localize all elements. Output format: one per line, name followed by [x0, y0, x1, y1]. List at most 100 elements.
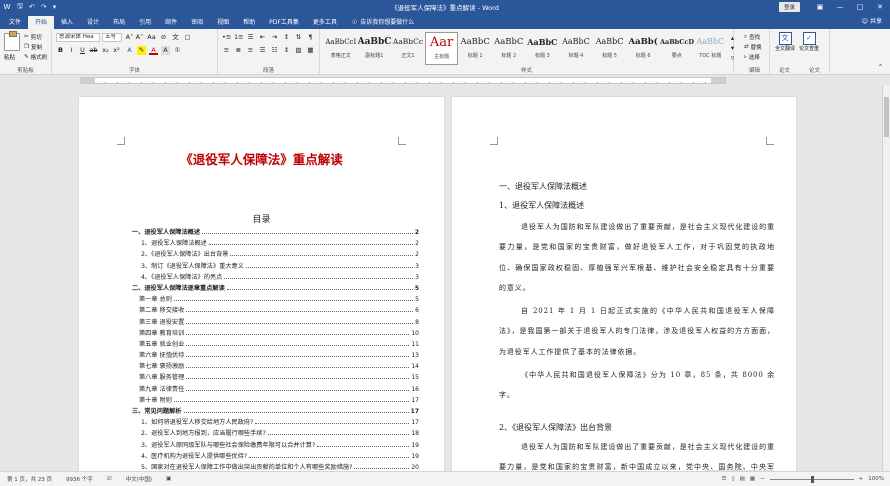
align-right-icon[interactable]: ≡ [246, 46, 255, 55]
show-marks-icon[interactable]: ¶ [306, 33, 315, 42]
text-effects-icon[interactable]: A [125, 46, 134, 55]
toc-entry[interactable]: 3、退役军人原同级军队与哪些社会保险缴费年限可以合并计算? 19 [127, 440, 419, 451]
select-button[interactable]: ▹ 选择 [744, 53, 760, 61]
tab-view[interactable]: 视图 [210, 16, 236, 29]
word-count[interactable]: 9936 个字 [59, 475, 100, 483]
toc-entry[interactable]: 4、医疗机构为退役军人提供哪些优待? 19 [127, 451, 419, 462]
char-shading-icon[interactable]: A [161, 46, 170, 55]
toc-entry[interactable]: 二、退役军人保障法逐章重点解读 5 [127, 283, 419, 294]
replace-button[interactable]: ⇄ 替换 [744, 43, 762, 51]
full-translate-button[interactable]: 文全文翻译 [775, 32, 795, 52]
styles-scroll-up-icon[interactable]: ▴ [728, 34, 737, 43]
style-heading-6[interactable]: AaBb(标题 6 [626, 32, 660, 65]
subscript-icon[interactable]: x₂ [101, 46, 110, 55]
grow-font-icon[interactable]: A˄ [125, 33, 134, 42]
toc-entry[interactable]: 4、《退役军人保障法》的亮点 3 [127, 272, 419, 283]
justify-icon[interactable]: ☰ [258, 46, 267, 55]
toc-entry[interactable]: 5、国家对在退役军人保障工作中做出突出贡献的单位和个人有哪些奖励措施? 20 [127, 462, 419, 471]
save-icon[interactable]: 🖫 [14, 2, 26, 13]
cut-button[interactable]: ✂ 剪切 [24, 33, 42, 41]
toc-entry[interactable]: 2、退役军人到地方报到，应当履行哪些手续? 18 [127, 428, 419, 439]
bullets-icon[interactable]: •≡ [222, 33, 231, 42]
redo-icon[interactable]: ↷ [38, 3, 50, 11]
macro-record-icon[interactable]: ▣ [159, 476, 178, 482]
style-heading-3[interactable]: AaBbC 标题 3 [526, 32, 560, 65]
toc-entry[interactable]: 第四章 教育培训 10 [127, 328, 419, 339]
tab-file[interactable]: 文件 [2, 16, 28, 29]
tab-home[interactable]: 开始 [28, 16, 55, 29]
change-case-icon[interactable]: Aa [147, 33, 156, 42]
style-toc-heading[interactable]: AaBbC TOC 标题 [694, 32, 728, 65]
clear-format-icon[interactable]: ⊘ [159, 33, 168, 42]
toc-entry[interactable]: 三、常见问题解析 17 [127, 406, 419, 417]
superscript-icon[interactable]: x² [112, 46, 121, 55]
numbering-icon[interactable]: 1≡ [234, 33, 244, 42]
language[interactable]: 中文(中国) [119, 475, 159, 483]
format-painter-button[interactable]: ✎ 格式刷 [24, 53, 47, 61]
paste-button-label[interactable]: 粘贴 [4, 53, 15, 61]
style-heading-5[interactable]: AaBbC 标题 5 [593, 32, 627, 65]
maximize-icon[interactable]: □ [850, 3, 870, 11]
zoom-slider[interactable] [769, 475, 854, 483]
toc-entry[interactable]: 第八章 服务管理 15 [127, 372, 419, 383]
print-layout-icon[interactable]: ▤ [740, 476, 745, 482]
style-body-1[interactable]: AaBbCc 正文1 [391, 32, 425, 65]
sort-icon[interactable]: ⇅ [294, 33, 303, 42]
highlight-icon[interactable]: ✎ [137, 46, 146, 55]
toc-entry[interactable]: 第九章 法律责任 16 [127, 384, 419, 395]
zoom-in-icon[interactable]: + [859, 476, 864, 482]
web-layout-icon[interactable]: ▦ [750, 476, 755, 482]
login-button[interactable]: 登录 [778, 2, 800, 12]
tab-pdf-tools[interactable]: PDF工具集 [262, 16, 306, 29]
pinyin-guide-icon[interactable]: 文 [171, 33, 180, 42]
close-icon[interactable]: ✕ [870, 3, 890, 11]
toc-entry[interactable]: 第五章 就业创业 11 [127, 339, 419, 350]
italic-icon[interactable]: I [67, 46, 76, 55]
increase-indent-icon[interactable]: ⇥ [270, 33, 279, 42]
tab-review[interactable]: 审阅 [184, 16, 210, 29]
tab-more-tools[interactable]: 更多工具 [306, 16, 344, 29]
read-mode-icon[interactable]: ▯ [732, 476, 735, 482]
toc-entry[interactable]: 第三章 退役安置 8 [127, 317, 419, 328]
char-border-icon[interactable]: ▢ [183, 33, 192, 42]
zoom-slider-thumb[interactable] [810, 475, 814, 483]
toc-entry[interactable]: 第十章 附则 17 [127, 395, 419, 406]
vertical-scrollbar[interactable] [882, 85, 890, 471]
page-2[interactable]: 一、退役军人保障法概述 1、退役军人保障法概述 退役军人为国防和军队建设做出了重… [452, 97, 796, 471]
zoom-out-icon[interactable]: − [760, 476, 765, 482]
shrink-font-icon[interactable]: A˅ [135, 33, 144, 42]
toc-entry[interactable]: 第一章 总则 5 [127, 294, 419, 305]
horizontal-ruler[interactable] [80, 77, 726, 84]
quick-access-dropdown-icon[interactable]: ▾ [50, 3, 60, 11]
style-heading-2[interactable]: AaBbC 标题 2 [492, 32, 526, 65]
tab-references[interactable]: 引用 [132, 16, 158, 29]
page-1[interactable]: 《退役军人保障法》重点解读 目录 一、退役军人保障法概述 2 1、退役军人保障法概… [79, 97, 444, 471]
tab-mailings[interactable]: 邮件 [158, 16, 184, 29]
tab-help[interactable]: 帮助 [236, 16, 262, 29]
copy-button[interactable]: ❐ 复制 [24, 43, 42, 51]
bold-icon[interactable]: B [56, 46, 65, 55]
decrease-indent-icon[interactable]: ⇤ [258, 33, 267, 42]
enclose-char-icon[interactable]: ① [173, 46, 182, 55]
style-heading-1[interactable]: AaBbC 标题 1 [458, 32, 492, 65]
find-button[interactable]: ⌕ 查找 [744, 33, 760, 42]
style-heading-4[interactable]: AaBbC 标题 4 [559, 32, 593, 65]
minimize-icon[interactable]: — [830, 3, 850, 11]
distributed-icon[interactable]: ☷ [270, 46, 279, 55]
toc-entry[interactable]: 1、如何将退役军人移交给地方人民政府? 17 [127, 417, 419, 428]
styles-more-icon[interactable]: ▿ [728, 54, 737, 63]
focus-mode-icon[interactable]: ☰ [722, 476, 727, 482]
paste-icon[interactable] [4, 31, 20, 51]
strikethrough-icon[interactable]: ab [89, 46, 98, 55]
tell-me-box[interactable]: ☉ 告诉我你想要做什么 [344, 16, 422, 29]
line-spacing-icon[interactable]: ↕ [282, 46, 291, 55]
zoom-level[interactable]: 100% [868, 476, 884, 482]
proofing-icon[interactable]: ☑ [100, 476, 119, 482]
page-count[interactable]: 第 1 页，共 23 页 [0, 475, 59, 483]
toc-entry[interactable]: 3、制订《退役军人保障法》重大意义 3 [127, 261, 419, 272]
toc-entry[interactable]: 一、退役军人保障法概述 2 [127, 227, 419, 238]
style-key-point[interactable]: AaBbCcD 要点 [660, 32, 694, 65]
font-color-icon[interactable]: A [149, 46, 158, 55]
tab-design[interactable]: 设计 [80, 16, 106, 29]
toc-entry[interactable]: 第二章 移交接收 6 [127, 305, 419, 316]
